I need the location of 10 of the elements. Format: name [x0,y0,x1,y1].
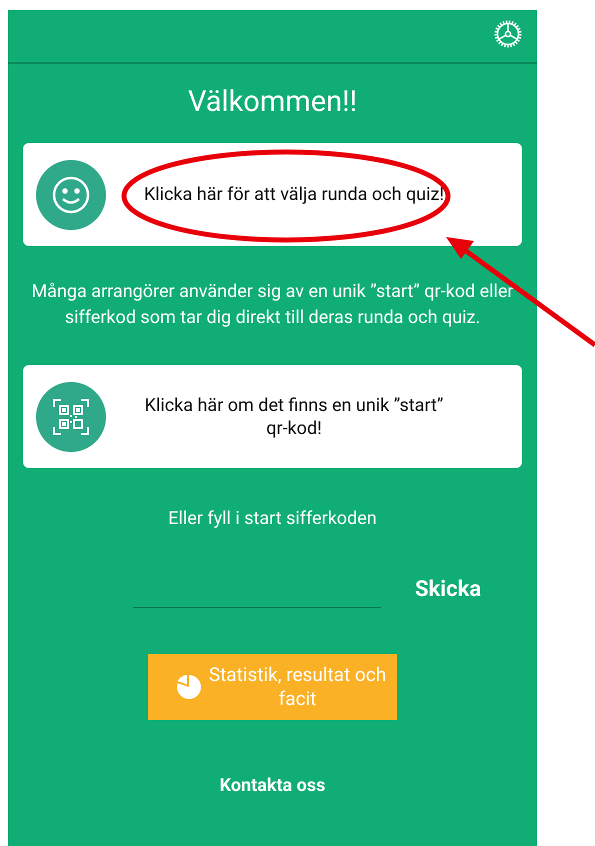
code-prompt: Eller fyll i start sifferkoden [168,507,377,531]
welcome-title: Välkommen!! [188,84,358,120]
info-text: Många arrangörer använder sig av en unik ”start” qr-kod eller sifferkod som tar dig direkt till deras runda och quiz. [30,280,515,330]
menu-card[interactable]: Klicka här om det finns en unik ”start” qr-kod! [23,365,522,468]
settings-icon[interactable] [493,19,523,49]
pie-chart-icon [176,674,202,700]
menu-card[interactable]: Klicka här för att välja runda och quiz! [23,143,522,246]
contact-link[interactable]: Kontakta oss [220,772,326,799]
submit-link[interactable]: Skicka [415,573,482,606]
stats-button[interactable]: Statistik, resultat och facit [148,654,397,720]
